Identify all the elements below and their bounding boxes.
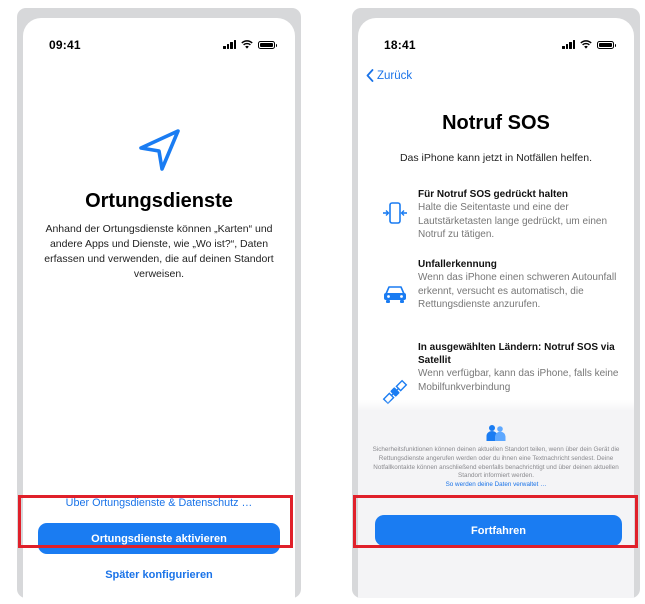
- description-text: Anhand der Ortungsdienste können „Karten…: [44, 223, 274, 280]
- highlight-box-left: [18, 495, 293, 548]
- wifi-icon: [241, 40, 253, 49]
- back-button[interactable]: Zurück: [366, 69, 412, 82]
- people-icon: [486, 425, 506, 441]
- data-management-link[interactable]: So werden deine Daten verwaltet …: [370, 481, 622, 490]
- side-buttons-icon: [383, 202, 407, 224]
- feature-heading: In ausgewählten Ländern: Notruf SOS via …: [418, 342, 615, 366]
- page-title: Notruf SOS: [442, 112, 550, 134]
- page-subtitle: Das iPhone kann jetzt in Notfällen helfe…: [399, 152, 593, 164]
- fine-print-text: Sicherheitsfunktionen können deinen aktu…: [372, 446, 620, 480]
- status-bar: 09:41: [23, 38, 295, 54]
- cellular-signal-icon: [223, 40, 236, 49]
- battery-icon: [597, 40, 616, 49]
- chevron-left-icon: [366, 69, 374, 82]
- location-arrow-icon: [139, 129, 180, 171]
- feature-body: Wenn verfügbar, kann das iPhone, falls k…: [418, 368, 619, 393]
- feature-body: Halte die Seitentaste und eine der Lauts…: [418, 202, 608, 240]
- battery-icon: [258, 40, 277, 49]
- status-bar: 18:41: [358, 38, 634, 54]
- feature-heading: Für Notruf SOS gedrückt halten: [418, 189, 569, 200]
- wifi-icon: [580, 40, 592, 49]
- feature-heading: Unfallerkennung: [418, 259, 497, 270]
- feature-body: Wenn das iPhone einen schweren Autounfal…: [418, 272, 617, 310]
- back-label: Zurück: [377, 69, 413, 82]
- status-time: 18:41: [384, 38, 416, 52]
- page-title: Ortungsdienste: [85, 190, 233, 212]
- car-crash-icon: [384, 286, 406, 303]
- configure-later-button[interactable]: Später konfigurieren: [23, 569, 295, 581]
- fine-print: Sicherheitsfunktionen können deinen aktu…: [370, 446, 622, 490]
- highlight-box-right: [353, 495, 638, 548]
- cellular-signal-icon: [562, 40, 575, 49]
- status-time: 09:41: [49, 38, 81, 52]
